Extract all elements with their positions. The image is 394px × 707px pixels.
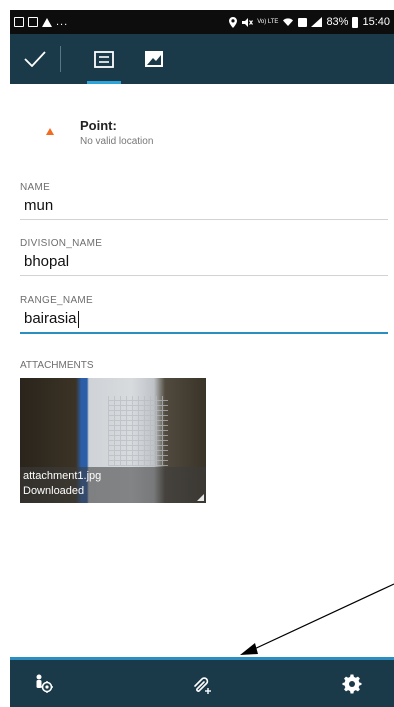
- point-marker-icon: [46, 128, 54, 135]
- field-underline: [20, 219, 388, 220]
- field-value-text: bhopal: [24, 253, 70, 270]
- field-value[interactable]: bairasia: [24, 308, 394, 330]
- tab-map[interactable]: [129, 34, 179, 84]
- attachment-thumbnail[interactable]: attachment1.jpg Downloaded: [20, 378, 206, 503]
- status-left-icons: ...: [14, 16, 68, 28]
- field-value[interactable]: bhopal: [24, 251, 394, 273]
- text-cursor: [77, 310, 80, 328]
- field-value-text: bairasia: [24, 310, 77, 327]
- notification-icon: [14, 17, 24, 27]
- app-toolbar: [10, 34, 394, 84]
- field-label: RANGE_NAME: [20, 295, 94, 306]
- tab-attributes[interactable]: [79, 34, 129, 84]
- form-icon: [94, 50, 114, 68]
- app-screen: ... Vo) LTE 83% 15:40 Point: No valid lo…: [10, 10, 394, 707]
- field-underline-focused: [20, 332, 388, 334]
- battery-icon: [352, 16, 359, 28]
- field-underline: [20, 275, 388, 276]
- field-name[interactable]: NAME mun: [20, 182, 394, 220]
- map-photo-icon: [145, 51, 163, 67]
- geometry-title: Point:: [80, 118, 117, 133]
- status-bar: ... Vo) LTE 83% 15:40: [10, 10, 394, 34]
- field-division-name[interactable]: DIVISION_NAME bhopal: [20, 238, 394, 276]
- signal-icon: [311, 17, 323, 27]
- battery-percent: 83%: [326, 16, 349, 28]
- clock: 15:40: [362, 16, 390, 28]
- location-person-icon: [36, 674, 53, 693]
- attachment-status: Downloaded: [23, 485, 85, 497]
- bottom-action-bar: [10, 660, 394, 707]
- toolbar-divider: [60, 46, 61, 72]
- geometry-row[interactable]: Point: No valid location: [10, 110, 394, 160]
- more-notifications: ...: [56, 16, 69, 28]
- add-attachment-icon: [194, 676, 211, 694]
- resize-corner-icon: [197, 494, 204, 501]
- field-range-name[interactable]: RANGE_NAME bairasia: [20, 295, 394, 334]
- sim-icon: [298, 17, 308, 27]
- wifi-icon: [283, 18, 294, 26]
- field-label: NAME: [20, 182, 51, 193]
- field-label: DIVISION_NAME: [20, 238, 103, 249]
- add-attachment-button[interactable]: [178, 660, 226, 707]
- save-checkmark-button[interactable]: [10, 34, 60, 84]
- geometry-status: No valid location: [80, 136, 154, 147]
- attachment-filename: attachment1.jpg: [23, 470, 102, 482]
- checkmark-icon: [24, 51, 46, 67]
- mute-icon: [242, 17, 254, 27]
- field-value[interactable]: mun: [24, 195, 394, 217]
- status-right-icons: Vo) LTE 83% 15:40: [229, 16, 390, 28]
- warning-icon: [42, 17, 52, 27]
- attachment-caption: attachment1.jpg Downloaded: [20, 467, 206, 503]
- settings-button[interactable]: [328, 660, 376, 707]
- image-notification-icon: [28, 17, 38, 27]
- attachments-label: ATTACHMENTS: [20, 360, 94, 371]
- field-value-text: mun: [24, 197, 54, 214]
- settings-gear-icon: [342, 673, 362, 693]
- location-pin-icon: [229, 16, 238, 28]
- volte-label: Vo) LTE: [257, 19, 279, 25]
- attachment-image-content: [108, 396, 168, 466]
- location-button[interactable]: [20, 660, 68, 707]
